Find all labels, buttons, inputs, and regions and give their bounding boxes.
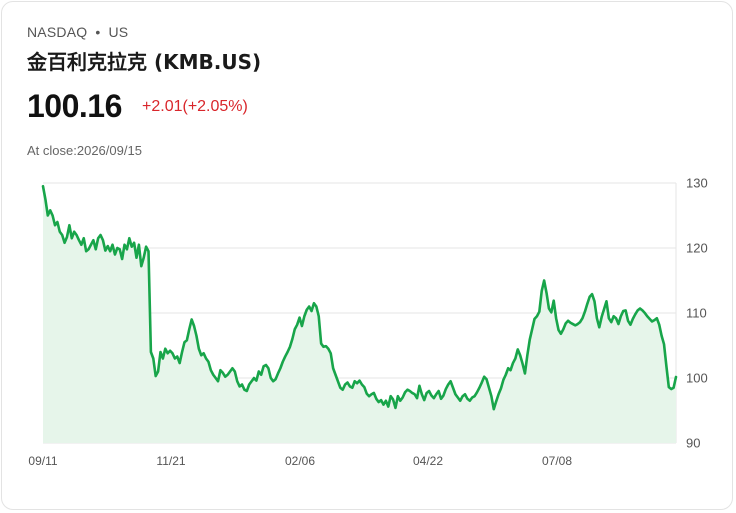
- y-tick-label: 90: [686, 436, 700, 451]
- y-tick-label: 100: [686, 371, 708, 386]
- y-tick-label: 110: [686, 306, 707, 321]
- price-area: [43, 186, 676, 443]
- x-tick-label: 11/21: [156, 454, 185, 468]
- y-tick-label: 130: [686, 176, 708, 191]
- y-tick-label: 120: [686, 241, 708, 256]
- x-tick-label: 02/06: [285, 454, 315, 468]
- x-tick-label: 04/22: [413, 454, 443, 468]
- price-chart: 90 100 110 120 130 09/11 11/21 02/06 04/22 07/08: [28, 176, 708, 469]
- x-tick-label: 07/08: [542, 454, 572, 468]
- y-axis: 90 100 110 120 130: [686, 176, 708, 451]
- x-tick-label: 09/11: [28, 454, 57, 468]
- x-axis: 09/11 11/21 02/06 04/22 07/08: [28, 454, 572, 468]
